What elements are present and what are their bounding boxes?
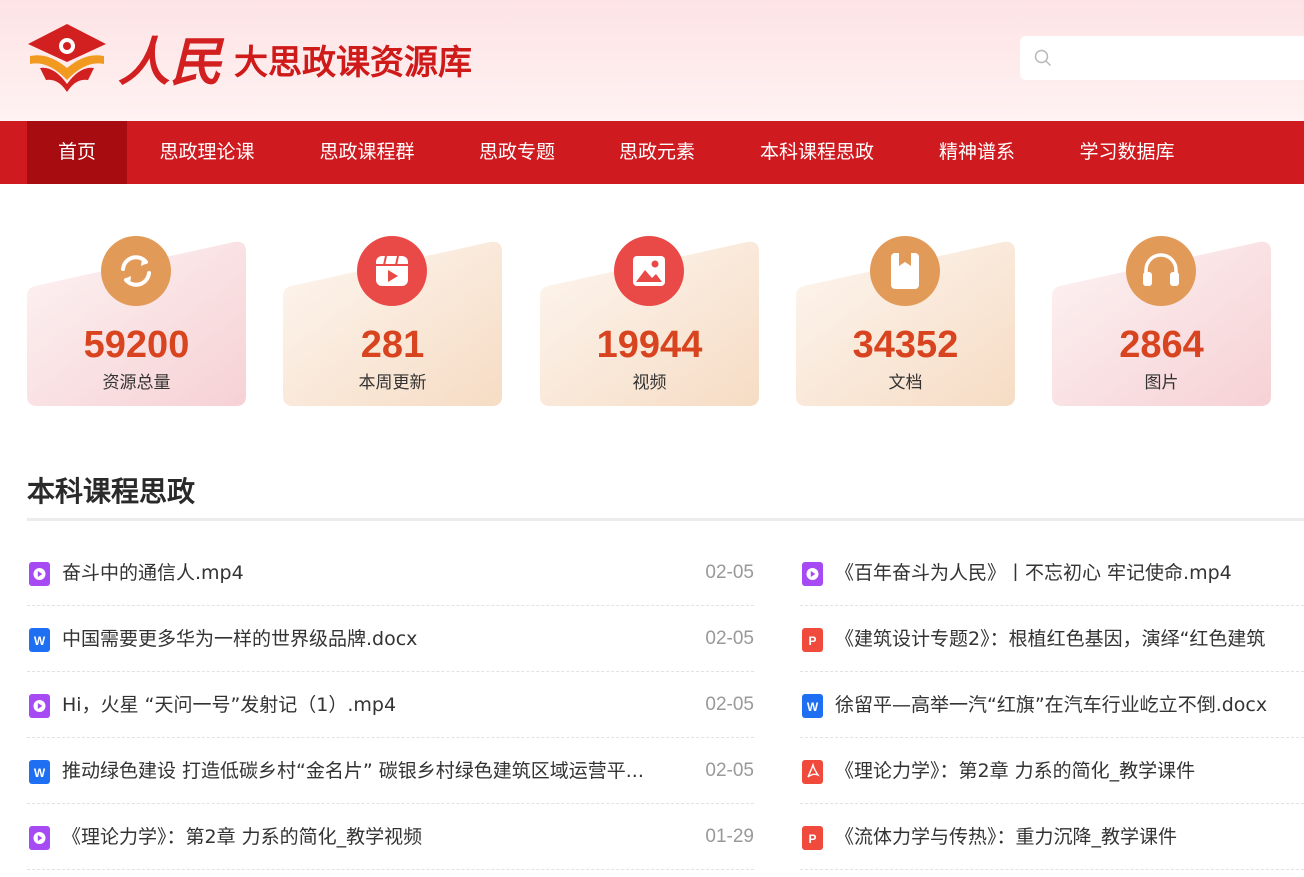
svg-text:P: P [808,832,816,846]
stat-value: 281 [360,324,425,366]
stat-value: 34352 [852,324,959,366]
stat-label: 文档 [888,373,923,393]
section-title: 本科课程思政 [27,475,196,508]
file-title[interactable]: 《理论力学》：第2章 力系的简化_教学视频 [62,822,672,852]
nav-item-database[interactable]: 学习数据库 [1067,121,1187,184]
file-title[interactable]: 奋斗中的通信人.mp4 [62,558,672,588]
word-file-icon: W [29,628,50,652]
file-title[interactable]: Hi，火星 “天问一号”发射记（1）.mp4 [62,690,672,720]
list-item[interactable]: 《理论力学》：第2章 力系的简化_教学视频 01-29 [27,804,754,870]
logo-script-text: 人民 [118,32,225,93]
file-date: 02-05 [705,628,754,649]
file-date: 02-05 [705,694,754,715]
nav-item-home[interactable]: 首页 [27,121,127,184]
video-file-icon [29,694,50,718]
main-nav: 首页 思政理论课 思政课程群 思政专题 思政元素 本科课程思政 精神谱系 学习数… [0,121,1304,184]
headphones-icon [1126,236,1196,306]
file-title[interactable]: 中国需要更多华为一样的世界级品牌.docx [62,624,672,654]
list-item[interactable]: P 《流体力学与传热》：重力沉降_教学课件 [800,804,1304,870]
list-item[interactable]: 《百年奋斗为人民》丨不忘初心 牢记使命.mp4 [800,540,1304,606]
file-title[interactable]: 徐留平—高举一汽“红旗”在汽车行业屹立不倒.docx [835,690,1304,720]
file-date: 02-05 [705,562,754,583]
word-file-icon: W [802,694,823,718]
file-date: 01-29 [705,826,754,847]
nav-item-topics[interactable]: 思政专题 [467,121,567,184]
ppt-file-icon: P [802,628,823,652]
video-update-icon [357,236,427,306]
stat-value: 19944 [596,324,703,366]
search-icon[interactable] [1034,49,1052,67]
list-item[interactable]: Hi，火星 “天问一号”发射记（1）.mp4 02-05 [27,672,754,738]
video-file-icon [802,562,823,586]
stat-value: 59200 [83,324,190,366]
ppt-file-icon: P [802,826,823,850]
stat-card-weekly[interactable]: 281 本周更新 [283,226,502,406]
stat-label: 本周更新 [358,373,427,393]
search-box[interactable] [1020,36,1304,80]
logo-script: 人民 [118,32,225,93]
nav-item-elements[interactable]: 思政元素 [607,121,707,184]
word-file-icon: W [29,760,50,784]
stat-card-docs[interactable]: 34352 文档 [796,226,1015,406]
pdf-file-icon [802,760,823,784]
stat-card-images[interactable]: 2864 图片 [1052,226,1271,406]
file-title[interactable]: 《理论力学》：第2章 力系的简化_教学课件 [835,756,1304,786]
stat-label: 图片 [1144,373,1179,393]
nav-item-course-group[interactable]: 思政课程群 [307,121,427,184]
file-title[interactable]: 推动绿色建设 打造低碳乡村“金名片” 碳银乡村绿色建筑区域运营平... [62,756,690,786]
stat-label: 视频 [632,373,667,393]
stat-card-total[interactable]: 59200 资源总量 [27,226,246,406]
image-icon [614,236,684,306]
svg-text:P: P [808,634,816,648]
file-title[interactable]: 《百年奋斗为人民》丨不忘初心 牢记使命.mp4 [835,558,1304,588]
search-input[interactable] [1064,44,1288,74]
stat-value: 2864 [1119,324,1204,366]
list-item[interactable]: P 《建筑设计专题2》：根植红色基因，演绎“红色建筑 [800,606,1304,672]
document-icon [870,236,940,306]
video-file-icon [29,826,50,850]
site-title: 大思政课资源库 [234,43,472,83]
list-item[interactable]: W 徐留平—高举一汽“红旗”在汽车行业屹立不倒.docx [800,672,1304,738]
section-divider [27,518,1304,521]
book-emblem-icon [28,24,106,92]
svg-text:W: W [34,766,46,780]
nav-item-undergrad[interactable]: 本科课程思政 [747,121,887,184]
video-file-icon [29,562,50,586]
list-item[interactable]: 奋斗中的通信人.mp4 02-05 [27,540,754,606]
list-item[interactable]: W 推动绿色建设 打造低碳乡村“金名片” 碳银乡村绿色建筑区域运营平... 02… [27,738,754,804]
file-date: 02-05 [705,760,754,781]
nav-item-theory[interactable]: 思政理论课 [147,121,267,184]
file-title[interactable]: 《建筑设计专题2》：根植红色基因，演绎“红色建筑 [835,624,1304,654]
list-item[interactable]: 《理论力学》：第2章 力系的简化_教学课件 [800,738,1304,804]
list-item[interactable]: W 中国需要更多华为一样的世界级品牌.docx 02-05 [27,606,754,672]
file-title[interactable]: 《流体力学与传热》：重力沉降_教学课件 [835,822,1304,852]
svg-text:W: W [34,634,46,648]
refresh-icon [101,236,171,306]
svg-text:W: W [807,700,819,714]
nav-item-spirit[interactable]: 精神谱系 [927,121,1027,184]
site-header: 人民 大思政课资源库 [0,0,1304,121]
stat-label: 资源总量 [102,373,171,393]
site-logo[interactable]: 人民 大思政课资源库 [26,20,486,95]
stat-card-video[interactable]: 19944 视频 [540,226,759,406]
